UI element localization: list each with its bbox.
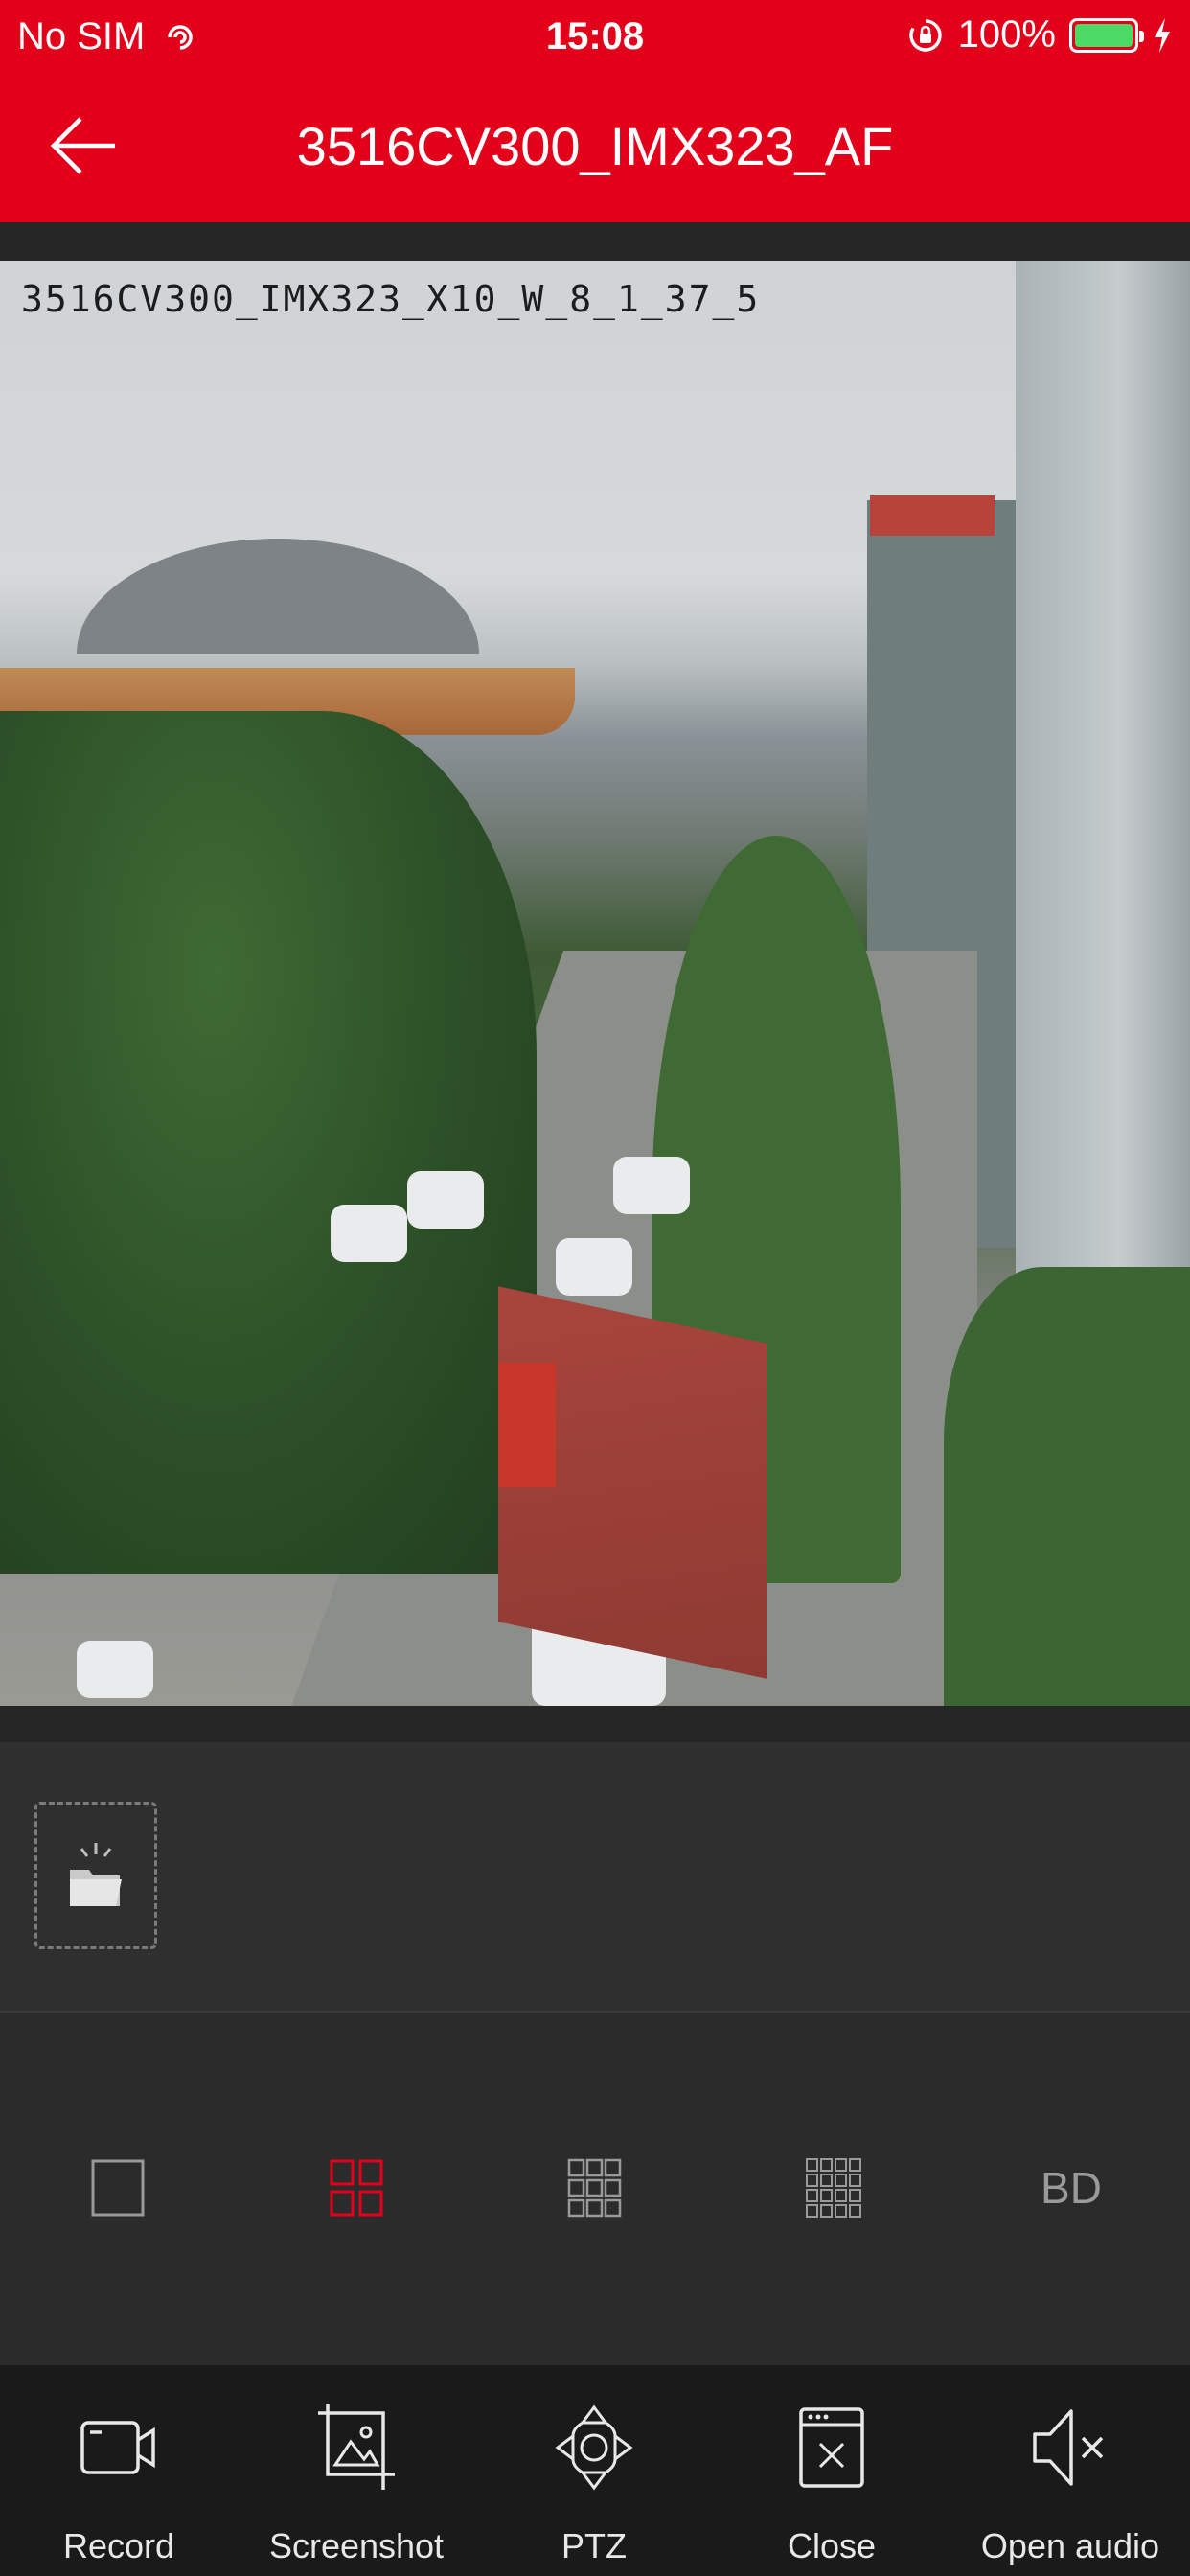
open-recordings-button[interactable] xyxy=(34,1802,157,1949)
charging-bolt-icon xyxy=(1155,17,1170,53)
screenshot-label: Screenshot xyxy=(268,2526,445,2565)
close-icon-wrap xyxy=(713,2402,950,2494)
speaker-muted-icon xyxy=(1033,2409,1104,2486)
ptz-button[interactable]: PTZ xyxy=(475,2365,713,2576)
live-video-view[interactable]: 3516CV300_IMX323_X10_W_8_1_37_5 xyxy=(0,261,1190,1706)
close-window-icon xyxy=(799,2407,864,2488)
video-camera-icon xyxy=(80,2421,155,2474)
scene-trees-left xyxy=(0,711,537,1574)
orientation-lock-icon xyxy=(909,18,942,52)
scene-car xyxy=(331,1205,407,1262)
layout-nine-grid-button[interactable] xyxy=(561,2154,629,2221)
ptz-label: PTZ xyxy=(561,2526,627,2565)
nine-grid-icon xyxy=(567,2158,622,2218)
open-audio-button[interactable]: Open audio xyxy=(950,2365,1190,2576)
screenshot-crop-icon xyxy=(318,2404,395,2490)
record-button[interactable]: Record xyxy=(0,2365,238,2576)
record-icon-wrap xyxy=(0,2402,238,2494)
scene-mountain xyxy=(77,539,479,654)
battery-fill xyxy=(1075,23,1133,47)
bd-label: BD xyxy=(1041,2163,1102,2213)
single-view-icon xyxy=(91,2159,145,2217)
audio-icon-wrap xyxy=(950,2402,1190,2494)
close-label: Close xyxy=(787,2526,877,2565)
screenshot-icon-wrap xyxy=(238,2402,475,2494)
screenshot-button[interactable]: Screenshot xyxy=(238,2365,475,2576)
recordings-strip xyxy=(0,1742,1190,2012)
close-button[interactable]: Close xyxy=(713,2365,950,2576)
scene-car xyxy=(407,1171,484,1229)
ptz-control-icon xyxy=(555,2404,633,2491)
nav-bar: 3516CV300_IMX323_AF xyxy=(0,73,1190,222)
layout-selector: BD xyxy=(0,2012,1190,2365)
app-header: No SIM 15:08 100% 3516CV300_IMX323_AF xyxy=(0,0,1190,222)
layout-single-button[interactable] xyxy=(84,2154,151,2221)
scene-car xyxy=(556,1238,632,1296)
scene-truck-cab xyxy=(498,1363,556,1487)
open-audio-label: Open audio xyxy=(980,2526,1160,2565)
ptz-icon-wrap xyxy=(475,2402,713,2494)
layout-sixteen-grid-button[interactable] xyxy=(800,2154,867,2221)
status-right: 100% xyxy=(906,13,1173,57)
sixteen-grid-icon xyxy=(806,2158,861,2218)
record-label: Record xyxy=(62,2526,175,2565)
layout-four-grid-button[interactable] xyxy=(323,2154,390,2221)
scene-car xyxy=(77,1641,153,1698)
status-bar: No SIM 15:08 100% xyxy=(0,0,1190,73)
battery-percent: 100% xyxy=(957,13,1056,56)
bottom-toolbar: Record Screenshot PTZ Close Open audio xyxy=(0,2365,1190,2576)
scene-trees-right xyxy=(944,1267,1190,1706)
video-osd-text: 3516CV300_IMX323_X10_W_8_1_37_5 xyxy=(21,278,761,320)
four-grid-icon xyxy=(330,2159,383,2217)
battery-icon xyxy=(1069,17,1144,53)
scene-building-sign xyxy=(870,495,995,536)
bd-quality-button[interactable]: BD xyxy=(1033,2154,1110,2221)
scene-car xyxy=(613,1157,690,1214)
scene-building-right xyxy=(1016,261,1190,1334)
folder-icon xyxy=(70,1843,122,1906)
page-title: 3516CV300_IMX323_AF xyxy=(296,116,894,176)
